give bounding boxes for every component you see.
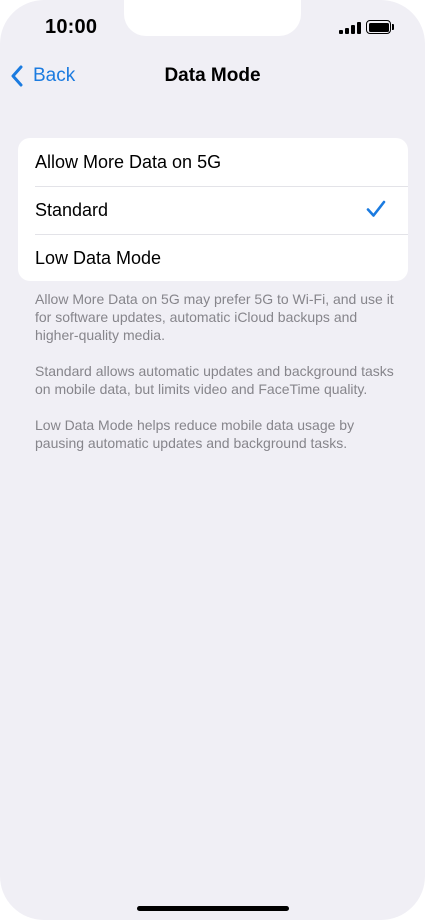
battery-cap (392, 24, 394, 30)
option-low-data-mode[interactable]: Low Data Mode (18, 234, 408, 281)
description-low-data-mode: Low Data Mode helps reduce mobile data u… (35, 417, 355, 451)
battery-level (368, 22, 389, 32)
option-standard[interactable]: Standard (18, 186, 408, 234)
home-indicator[interactable] (137, 906, 289, 911)
option-allow-more-data-5g[interactable]: Allow More Data on 5G (18, 138, 408, 186)
battery-icon (366, 20, 391, 34)
description-standard: Standard allows automatic updates and ba… (35, 363, 394, 397)
navigation-bar: Back Data Mode (0, 56, 425, 96)
option-label: Standard (35, 199, 109, 220)
option-descriptions: Allow More Data on 5G may prefer 5G to W… (35, 290, 395, 470)
description-allow-more-data: Allow More Data on 5G may prefer 5G to W… (35, 291, 394, 343)
page-title: Data Mode (164, 65, 261, 86)
data-mode-options: Allow More Data on 5G Standard Low Data … (18, 138, 408, 281)
status-time: 10:00 (45, 16, 98, 38)
option-label: Low Data Mode (35, 247, 162, 268)
option-label: Allow More Data on 5G (35, 151, 222, 172)
status-bar: 10:00 (0, 0, 425, 56)
cellular-signal-icon (339, 22, 361, 34)
phone-screen: 10:00 Back Data Mode Allow More Data on … (0, 0, 425, 920)
checkmark-icon (366, 200, 386, 217)
